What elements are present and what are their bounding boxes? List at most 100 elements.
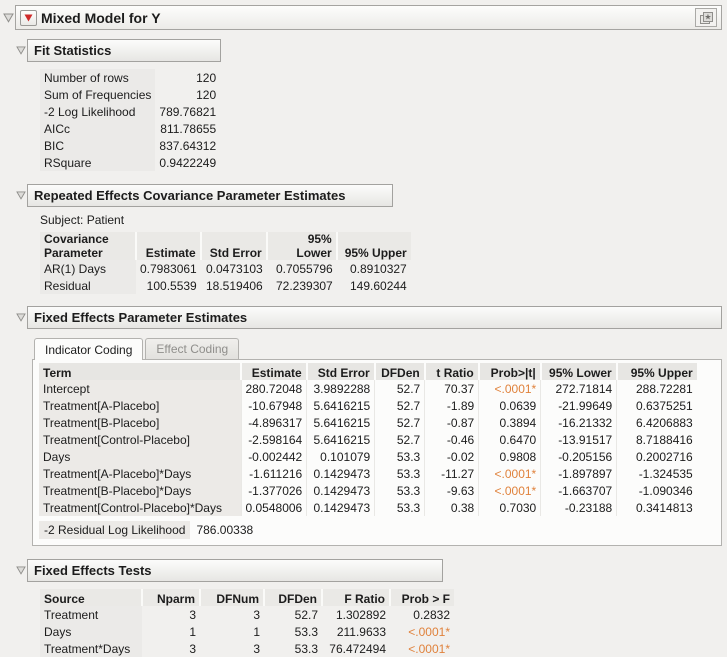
disclosure-triangle[interactable] [2,13,15,23]
cell: 70.37 [424,380,479,397]
cell: 3 [189,641,196,656]
column-header: Std Error [305,363,375,380]
residual-loglikelihood-label: -2 Residual Log Likelihood [39,521,191,539]
red-triangle-menu-button[interactable] [20,9,37,26]
column-header: F Ratio [321,589,390,606]
pin-icon[interactable]: ★ [695,8,717,27]
table-row: Treatment[B-Placebo] -4.896317 5.6416215 52… [39,414,697,431]
cell: 52.7 [374,397,425,414]
cell: 53.3 [294,624,318,639]
cell: 6.4206883 [616,414,697,431]
cell: 0.7983061 [140,261,197,276]
cell: -1.090346 [616,482,697,499]
cell: Sum of Frequencies [40,86,156,103]
cell: -0.02 [424,448,479,465]
cell: BIC [40,137,156,154]
cell: 1.302892 [335,607,386,622]
table-row: Treatment[A-Placebo]*Days -1.611216 0.1429… [39,465,697,482]
disclosure-triangle[interactable] [14,46,27,55]
section-title: Repeated Effects Covariance Parameter Es… [27,184,393,207]
cell: 0.3894 [478,414,541,431]
cell: 53.3 [374,499,425,516]
disclosure-triangle[interactable] [14,191,27,200]
cell: 0.1429473 [306,482,375,499]
cell: 811.78655 [160,121,217,136]
column-header: Estimate [135,232,201,260]
cell: 120 [196,70,217,85]
column-header: DFDen [263,589,322,606]
cell: -1.897897 [540,465,617,482]
cell: 53.3 [374,465,425,482]
tab-indicator-coding[interactable]: Indicator Coding [34,338,144,360]
subject-label: Subject: Patient [40,213,125,227]
cell: -1.89 [424,397,479,414]
column-header: Term [39,363,241,380]
disclosure-triangle[interactable] [14,313,27,322]
report-title-bar: Mixed Model for Y ★ [15,5,722,30]
cell: <.0001* [408,641,450,656]
column-header: DFDen [373,363,425,380]
cell: 0.101079 [306,448,375,465]
column-header: Prob>|t| [477,363,541,380]
cell: -0.46 [424,431,479,448]
cell: -2 Log Likelihood [40,103,156,120]
cell: 0.38 [424,499,479,516]
cell: 1 [253,624,260,639]
cell: 1 [189,624,196,639]
coding-tabs: Indicator Coding Effect Coding [32,337,722,360]
cell: 5.6416215 [306,414,375,431]
cell: 3.9892288 [306,380,375,397]
cell: -11.27 [424,465,479,482]
cell: Treatment[B-Placebo]*Days [39,482,241,499]
table-row: Treatment[Control-Placebo]*Days 0.0548006… [39,499,697,516]
cell: 0.9808 [478,448,541,465]
cell: Treatment[A-Placebo]*Days [39,465,241,482]
cell: -21.99649 [540,397,617,414]
table-row: Intercept 280.72048 3.9892288 52.7 70.37 <.00… [39,380,697,397]
cell: -10.67948 [240,397,307,414]
table-row: Number of rows 120 [40,69,220,86]
section-title: Fixed Effects Parameter Estimates [27,306,722,329]
cell: -0.205156 [540,448,617,465]
cell: Treatment[Control-Placebo] [39,431,241,448]
section-fixed-effects: Fixed Effects Parameter Estimates Indica… [2,306,722,546]
table-row: Treatment*Days 3 3 53.3 76.472494 <.0001* [40,640,454,657]
column-header: Std Error [199,232,267,260]
cell: 5.6416215 [306,431,375,448]
table-row: BIC 837.64312 [40,137,220,154]
cell: -0.23188 [540,499,617,516]
column-header: 95% Upper [615,363,697,380]
cell: 0.9422249 [159,155,217,170]
cell: 0.1429473 [306,499,375,516]
cell: 837.64312 [159,138,217,153]
cell: -4.896317 [240,414,307,431]
table-row: Sum of Frequencies 120 [40,86,220,103]
table-row: -2 Log Likelihood 789.76821 [40,103,220,120]
cell: -13.91517 [540,431,617,448]
column-header: Nparm [141,589,200,606]
cell: 52.7 [374,414,425,431]
table-row: RSquare 0.9422249 [40,154,220,171]
table-row: Treatment 3 3 52.7 1.302892 0.2832 [40,606,454,623]
cell: 0.1429473 [306,465,375,482]
fit-statistics-table: Number of rows 120 Sum of Frequencies 120 -2… [40,69,220,171]
column-header: Estimate [240,363,307,380]
column-header: 95% Upper [335,232,411,260]
svg-text:★: ★ [704,12,711,21]
column-header: 95% Lower [539,363,617,380]
cell: 120 [196,87,217,102]
table-row: Treatment[Control-Placebo] -2.598164 5.641… [39,431,697,448]
table-row: Residual 100.5539 18.519406 72.239307 149.60… [40,277,411,294]
section-repeated-effects: Repeated Effects Covariance Parameter Es… [2,184,722,294]
cell: Treatment[Control-Placebo]*Days [39,499,241,516]
cell: 149.60244 [350,278,407,293]
tab-effect-coding[interactable]: Effect Coding [145,338,240,359]
section-title: Fixed Effects Tests [27,559,443,582]
cell: Treatment*Days [40,640,142,657]
cell: 288.72281 [616,380,697,397]
table-row: Treatment[A-Placebo] -10.67948 5.6416215 52… [39,397,697,414]
cell: 3 [253,641,260,656]
cell: 0.8910327 [350,261,407,276]
disclosure-triangle[interactable] [14,566,27,575]
cell: <.0001* [408,624,450,639]
